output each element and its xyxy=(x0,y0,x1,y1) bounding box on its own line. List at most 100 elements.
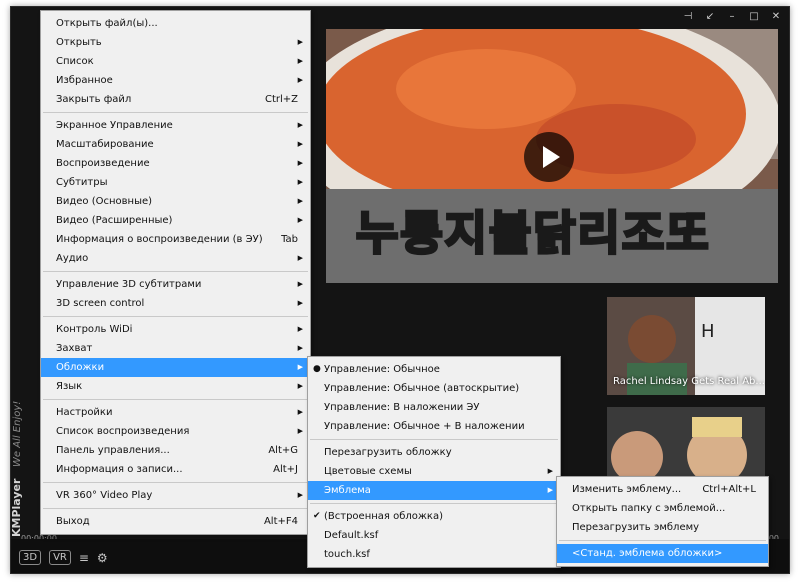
menu-item-label: Изменить эмблему... xyxy=(572,484,682,495)
skin-touch-ksf[interactable]: touch.ksf xyxy=(308,545,560,564)
menu-subtitles[interactable]: Субтитры ▶ xyxy=(41,173,310,192)
menu-item-label: Воспроизведение xyxy=(56,158,150,169)
skins-submenu: ● Управление: Обычное Управление: Обычное… xyxy=(307,356,561,568)
skin-control-autohide[interactable]: Управление: Обычное (автоскрытие) xyxy=(308,379,560,398)
checkmark-icon: ✔ xyxy=(313,511,321,521)
menu-item-label: Открыть файл(ы)... xyxy=(56,18,158,29)
play-button[interactable] xyxy=(524,132,574,182)
menu-separator xyxy=(559,540,766,541)
submenu-arrow-icon: ▶ xyxy=(297,363,303,371)
menu-item-label: Субтитры xyxy=(56,177,108,188)
submenu-arrow-icon: ▶ xyxy=(297,408,303,416)
menu-item-label: Обложки xyxy=(56,362,105,373)
menu-control-panel[interactable]: Панель управления... Alt+G xyxy=(41,441,310,460)
submenu-arrow-icon: ▶ xyxy=(547,486,553,494)
maximize-icon[interactable]: □ xyxy=(745,10,763,24)
skin-control-overlay[interactable]: Управление: В наложении ЭУ xyxy=(308,398,560,417)
skin-builtin[interactable]: ✔ (Встроенная обложка) xyxy=(308,507,560,526)
menu-favorites[interactable]: Избранное ▶ xyxy=(41,71,310,90)
menu-record-info[interactable]: Информация о записи... Alt+J xyxy=(41,460,310,479)
menu-item-label: Захват xyxy=(56,343,93,354)
menu-separator xyxy=(43,316,308,317)
menu-list[interactable]: Список ▶ xyxy=(41,52,310,71)
menu-settings[interactable]: Настройки ▶ xyxy=(41,403,310,422)
submenu-arrow-icon: ▶ xyxy=(297,325,303,333)
menu-close-file[interactable]: Закрыть файл Ctrl+Z xyxy=(41,90,310,109)
logo-default-skin[interactable]: <Станд. эмблема обложки> xyxy=(557,544,768,563)
gear-icon[interactable]: ⚙ xyxy=(97,551,108,565)
menu-widi-control[interactable]: Контроль WiDi ▶ xyxy=(41,320,310,339)
menu-3d-subtitles[interactable]: Управление 3D субтитрами ▶ xyxy=(41,275,310,294)
menu-audio[interactable]: Аудио ▶ xyxy=(41,249,310,268)
menu-item-label: Контроль WiDi xyxy=(56,324,133,335)
video-area[interactable]: 누룽지불닭리조또 xyxy=(326,29,778,283)
menu-scaling[interactable]: Масштабирование ▶ xyxy=(41,135,310,154)
logo-change[interactable]: Изменить эмблему... Ctrl+Alt+L xyxy=(557,480,768,499)
menu-item-label: (Встроенная обложка) xyxy=(324,511,443,522)
menu-playlist[interactable]: Список воспроизведения ▶ xyxy=(41,422,310,441)
menu-item-label: Масштабирование xyxy=(56,139,154,150)
thumbnail-1[interactable]: H Rachel Lindsay Gets Real Ab... xyxy=(607,297,765,395)
submenu-arrow-icon: ▶ xyxy=(297,382,303,390)
menu-item-label: Эмблема xyxy=(324,485,371,496)
skin-logo[interactable]: Эмблема ▶ xyxy=(308,481,560,500)
logo-reload[interactable]: Перезагрузить эмблему xyxy=(557,518,768,537)
skin-default-ksf[interactable]: Default.ksf xyxy=(308,526,560,545)
overlay-text-3: 리조또 xyxy=(576,205,711,262)
menu-item-label: Видео (Основные) xyxy=(56,196,153,207)
minimize-icon[interactable]: – xyxy=(723,10,741,24)
submenu-arrow-icon: ▶ xyxy=(297,76,303,84)
playlist-icon[interactable]: ≡ xyxy=(79,551,89,565)
submenu-arrow-icon: ▶ xyxy=(297,216,303,224)
menu-shortcut: Alt+J xyxy=(273,464,298,475)
menu-item-label: Экранное Управление xyxy=(56,120,173,131)
submenu-arrow-icon: ▶ xyxy=(297,57,303,65)
menu-video-basic[interactable]: Видео (Основные) ▶ xyxy=(41,192,310,211)
submenu-arrow-icon: ▶ xyxy=(297,427,303,435)
menu-item-label: Default.ksf xyxy=(324,530,379,541)
menu-item-label: Избранное xyxy=(56,75,113,86)
3d-button[interactable]: 3D xyxy=(19,550,42,565)
menu-3d-screen-control[interactable]: 3D screen control ▶ xyxy=(41,294,310,313)
menu-vr-360[interactable]: VR 360° Video Play ▶ xyxy=(41,486,310,505)
menu-item-label: Управление 3D субтитрами xyxy=(56,279,202,290)
minimize-to-tray-icon[interactable]: ↙ xyxy=(701,10,719,24)
menu-playback-info[interactable]: Информация о воспроизведении (в ЭУ) Tab xyxy=(41,230,310,249)
skin-control-normal[interactable]: ● Управление: Обычное xyxy=(308,360,560,379)
menu-item-label: Список xyxy=(56,56,94,67)
menu-shortcut: Ctrl+Alt+L xyxy=(702,484,756,495)
menu-separator xyxy=(43,399,308,400)
skin-reload[interactable]: Перезагрузить обложку xyxy=(308,443,560,462)
menu-screen-control[interactable]: Экранное Управление ▶ xyxy=(41,116,310,135)
vr-button[interactable]: VR xyxy=(49,550,71,565)
submenu-arrow-icon: ▶ xyxy=(297,178,303,186)
pin-icon[interactable]: ⊣ xyxy=(679,10,697,24)
menu-item-label: Управление: Обычное + В наложении xyxy=(324,421,525,432)
submenu-arrow-icon: ▶ xyxy=(297,140,303,148)
skin-color-schemes[interactable]: Цветовые схемы ▶ xyxy=(308,462,560,481)
menu-exit[interactable]: Выход Alt+F4 xyxy=(41,512,310,531)
menu-item-label: Перезагрузить эмблему xyxy=(572,522,700,533)
menu-item-label: Аудио xyxy=(56,253,89,264)
menu-item-label: Информация о записи... xyxy=(56,464,183,475)
menu-language[interactable]: Язык ▶ xyxy=(41,377,310,396)
submenu-arrow-icon: ▶ xyxy=(297,299,303,307)
logo-submenu: Изменить эмблему... Ctrl+Alt+L Открыть па… xyxy=(556,476,769,567)
menu-item-label: Видео (Расширенные) xyxy=(56,215,173,226)
logo-open-folder[interactable]: Открыть папку с эмблемой... xyxy=(557,499,768,518)
menu-video-advanced[interactable]: Видео (Расширенные) ▶ xyxy=(41,211,310,230)
svg-text:H: H xyxy=(701,321,715,342)
submenu-arrow-icon: ▶ xyxy=(297,280,303,288)
skin-control-normal-overlay[interactable]: Управление: Обычное + В наложении xyxy=(308,417,560,436)
overlay-text-2: 불닭 xyxy=(487,205,578,262)
menu-playback[interactable]: Воспроизведение ▶ xyxy=(41,154,310,173)
close-icon[interactable]: ✕ xyxy=(767,10,785,24)
menu-open[interactable]: Открыть ▶ xyxy=(41,33,310,52)
menu-capture[interactable]: Захват ▶ xyxy=(41,339,310,358)
menu-skins[interactable]: Обложки ▶ xyxy=(41,358,310,377)
menu-item-label: Управление: Обычное (автоскрытие) xyxy=(324,383,520,394)
menu-open-files[interactable]: Открыть файл(ы)... xyxy=(41,14,310,33)
brand-logo: KMPlayer xyxy=(10,478,23,537)
radio-dot-icon: ● xyxy=(313,364,321,374)
menu-item-label: VR 360° Video Play xyxy=(56,490,153,501)
